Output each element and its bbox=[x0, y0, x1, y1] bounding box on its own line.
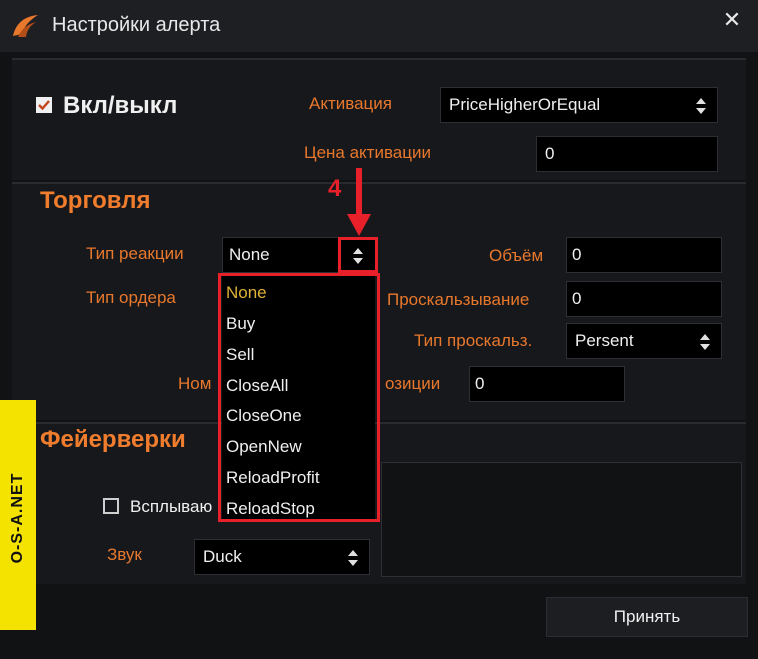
activation-label: Активация bbox=[309, 94, 392, 113]
order-type-label: Тип ордера bbox=[86, 288, 176, 307]
updown-arrows-icon bbox=[348, 550, 358, 566]
popup-label: Всплываю bbox=[130, 497, 213, 516]
position-number-label-end: озиции bbox=[385, 374, 441, 393]
slippage-type-select[interactable]: Persent bbox=[566, 323, 722, 359]
slippage-label: Проскальзывание bbox=[387, 290, 530, 309]
popup-checkbox[interactable] bbox=[103, 498, 119, 514]
app-logo-icon bbox=[13, 15, 38, 37]
sound-value: Duck bbox=[203, 547, 242, 566]
updown-arrows-icon bbox=[700, 334, 710, 350]
fireworks-preview-area bbox=[381, 462, 742, 577]
activation-select[interactable]: PriceHigherOrEqual bbox=[440, 87, 718, 123]
slippage-type-value: Persent bbox=[575, 331, 634, 350]
volume-label: Объём bbox=[489, 246, 544, 265]
slippage-type-label: Тип проскальз. bbox=[414, 331, 533, 350]
accept-button[interactable]: Принять bbox=[546, 597, 748, 637]
annotation-arrow-icon bbox=[347, 168, 371, 236]
slippage-input[interactable]: 0 bbox=[566, 281, 722, 317]
activation-price-label: Цена активации bbox=[304, 143, 431, 162]
position-number-label-start: Ном bbox=[178, 374, 212, 393]
annotation-number: 4 bbox=[328, 175, 342, 202]
trading-title: Торговля bbox=[40, 187, 151, 214]
activation-price-input[interactable]: 0 bbox=[536, 136, 718, 172]
check-icon bbox=[38, 100, 50, 111]
watermark-text: O-S-A.NET bbox=[9, 472, 26, 564]
reaction-arrow-highlight-box bbox=[338, 237, 378, 273]
updown-arrows-icon bbox=[696, 98, 706, 114]
reaction-type-value: None bbox=[229, 245, 270, 264]
position-number-input[interactable]: 0 bbox=[469, 366, 625, 402]
dropdown-highlight-box bbox=[218, 273, 380, 522]
window-title: Настройки алерта bbox=[52, 14, 221, 36]
sound-label: Звук bbox=[107, 545, 142, 564]
volume-input[interactable]: 0 bbox=[566, 237, 722, 273]
onoff-label: Вкл/выкл bbox=[63, 92, 178, 119]
sound-select[interactable]: Duck bbox=[194, 539, 370, 575]
activation-select-value: PriceHigherOrEqual bbox=[449, 95, 601, 114]
close-button[interactable]: ✕ bbox=[718, 6, 746, 34]
onoff-checkbox[interactable] bbox=[36, 97, 52, 113]
fireworks-title: Фейерверки bbox=[40, 426, 186, 453]
updown-arrows-icon[interactable] bbox=[352, 246, 364, 266]
reaction-type-label: Тип реакции bbox=[86, 244, 184, 263]
